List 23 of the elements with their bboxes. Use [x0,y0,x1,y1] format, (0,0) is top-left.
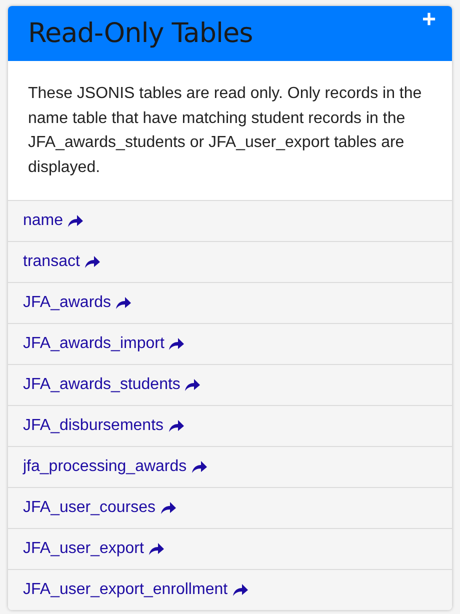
share-arrow-icon [148,542,165,556]
share-arrow-icon [168,419,185,433]
share-arrow-icon [232,583,249,597]
table-link[interactable]: JFA_user_export [23,540,165,558]
add-button[interactable]: + [422,6,436,34]
table-link[interactable]: JFA_user_courses [23,499,177,517]
description: These JSONIS tables are read only. Only records in the name table that have matching student records in the JFA_awards_students or JFA_user_export tables are displayed. [27,84,423,178]
share-arrow-icon [184,378,202,392]
table-link[interactable]: JFA_user_export_enrollment [23,581,249,599]
table-link[interactable]: JFA_awards_students [23,376,202,394]
table-link[interactable]: JFA_awards [23,294,132,312]
share-arrow-icon [160,501,177,515]
table-link[interactable]: JFA_disbursements [23,417,185,435]
share-arrow-icon [67,214,84,228]
share-arrow-icon [168,337,186,351]
panel-title: Read-Only Tables [28,18,253,49]
table-link[interactable]: transact [23,253,101,271]
table-link[interactable]: name [23,212,84,230]
table-link[interactable]: JFA_awards_import [23,335,186,353]
share-arrow-icon [190,460,208,474]
table-link[interactable]: jfa_processing_awards [23,458,208,476]
share-arrow-icon [115,296,132,310]
share-arrow-icon [84,255,101,269]
